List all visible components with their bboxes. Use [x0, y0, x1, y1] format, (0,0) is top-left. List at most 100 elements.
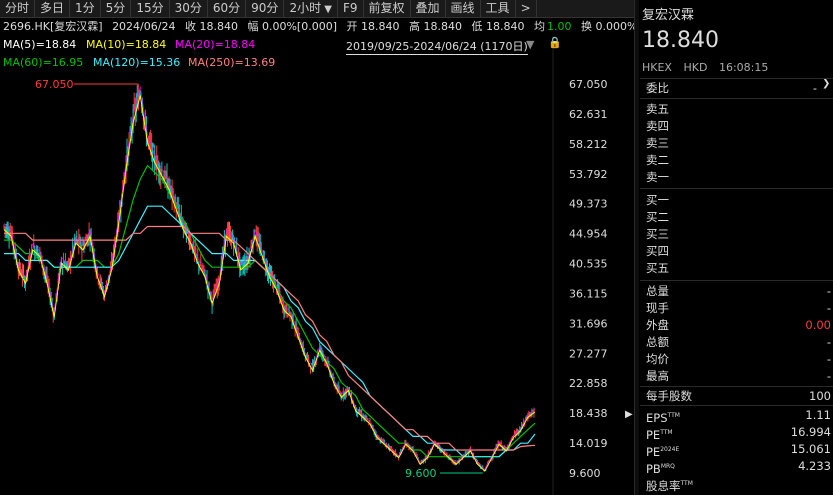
pe-forecast-row: PE2024E 15.061: [646, 441, 833, 459]
quote-panel: 复宏汉霖 18.840 HKEX HKD 16:08:15 ❯ 委比 - 卖五 …: [640, 0, 833, 495]
ask-3-row: 卖三: [646, 136, 669, 150]
stat-label: 均价: [646, 352, 669, 366]
eps-value: 1.11: [805, 408, 831, 422]
kline-chart[interactable]: 67.050 62.631 58.212 53.792 49.373 44.954 40.5…: [0, 36, 634, 495]
candle-body: [3, 225, 5, 227]
stat-value: -: [826, 335, 831, 349]
tab-2hour-dropdown[interactable]: 2小时: [284, 0, 338, 17]
turnover-rate: 换 0.000%: [580, 20, 638, 33]
market-code: HKEX: [642, 61, 672, 74]
order-ratio-row: 委比 -: [646, 80, 833, 97]
dividend-row: 股息率TTM: [646, 475, 833, 493]
pb-value: 4.233: [798, 459, 831, 473]
ma60-label: MA(60)=16.95: [3, 56, 84, 69]
avg-label: 均: [533, 20, 545, 33]
stock-code: 2696.HK[复宏汉霖]: [3, 20, 103, 33]
candle-body: [8, 236, 10, 239]
dividend-label: 股息率TTM: [646, 479, 693, 493]
bid-4-row: 买四: [646, 244, 669, 258]
lock-icon[interactable]: 🔒: [548, 36, 562, 49]
pe-ttm-row: PETTM 16.994: [646, 424, 833, 442]
eps-row: EPSTTM 1.11: [646, 407, 833, 425]
bid-3-row: 买三: [646, 227, 669, 241]
pb-label: PBMRQ: [646, 462, 675, 476]
stat-current-lot: 现手 -: [646, 300, 833, 317]
candle-body: [5, 227, 7, 230]
pe2-label: PE2024E: [646, 445, 679, 459]
candle-body: [133, 104, 135, 108]
tab-90min[interactable]: 90分: [246, 0, 285, 17]
candle-body: [285, 304, 287, 312]
open-price: 开 18.840: [346, 20, 400, 33]
y-tick-label: 53.792: [569, 168, 608, 181]
y-tick-label: 9.600: [569, 467, 601, 480]
ma10-label: MA(10)=18.84: [86, 38, 167, 51]
y-tick-label: 36.115: [569, 287, 608, 300]
candle-body: [157, 163, 159, 166]
candle-body: [261, 259, 263, 260]
stock-name: 复宏汉霖: [642, 8, 695, 23]
pb-label-text: PB: [646, 461, 661, 476]
ttm-sup: TTM: [660, 429, 673, 436]
ma120-label: MA(120)=15.36: [93, 56, 181, 69]
market-meta: HKEX HKD 16:08:15: [642, 61, 776, 74]
y-tick-label: 22.858: [569, 377, 608, 390]
candle-body: [4, 227, 6, 229]
f9-button[interactable]: F9: [338, 0, 364, 17]
y-tick-label: 18.438: [569, 407, 608, 420]
stat-amount: 总额 -: [646, 334, 833, 351]
overlay-button[interactable]: 叠加: [411, 0, 446, 17]
candle-body: [153, 146, 155, 148]
y-tick-label: 49.373: [569, 198, 608, 211]
stat-high: 最高 -: [646, 368, 833, 385]
tab-60min[interactable]: 60分: [208, 0, 247, 17]
adjust-forward-button[interactable]: 前复权: [364, 0, 411, 17]
date-range-selector[interactable]: 2019/09/25-2024/06/24 (1170日): [346, 38, 528, 55]
stat-label: 外盘: [646, 318, 669, 332]
min-price-marker: 9.600: [405, 467, 437, 480]
lot-size-value: 100: [809, 389, 831, 403]
candle-body: [309, 368, 312, 370]
ma-line: [4, 164, 536, 458]
tab-1min[interactable]: 1分: [70, 0, 101, 17]
panel-divider[interactable]: [634, 0, 639, 495]
tab-15min[interactable]: 15分: [131, 0, 170, 17]
triangle-right-icon: ▶: [625, 409, 633, 420]
order-ratio-label: 委比: [646, 81, 669, 95]
stat-label: 总额: [646, 335, 669, 349]
dividend-label-text: 股息率: [646, 478, 681, 493]
tab-30min[interactable]: 30分: [170, 0, 208, 17]
quote-info-bar: 2696.HK[复宏汉霖] 2024/06/24 收 18.840 幅 0.00…: [0, 18, 637, 36]
max-price-marker: 67.050: [35, 78, 74, 91]
stat-label: 总量: [646, 284, 669, 298]
stat-volume: 总量 -: [646, 283, 833, 300]
ask-1-row: 卖一: [646, 170, 669, 184]
stat-value: -: [826, 369, 831, 383]
quote-date: 2024/06/24: [112, 20, 176, 33]
candle-body: [287, 315, 289, 318]
triangle-down-icon[interactable]: ▼: [526, 38, 534, 51]
candle-body: [155, 166, 157, 169]
draw-line-button[interactable]: 画线: [446, 0, 481, 17]
close-price: 收 18.840: [184, 20, 238, 33]
quote-time: 16:08:15: [718, 61, 769, 74]
tab-intraday[interactable]: 分时: [0, 0, 36, 17]
y-tick-label: 14.019: [569, 437, 608, 450]
stat-label: 最高: [646, 369, 669, 383]
tools-button[interactable]: 工具: [481, 0, 516, 17]
candle-body: [62, 261, 65, 263]
tab-multiday[interactable]: 多日: [35, 0, 71, 17]
candle-body: [161, 171, 163, 173]
pe-label-text: PE: [646, 427, 661, 442]
y-tick-label: 58.212: [569, 138, 608, 151]
tab-5min[interactable]: 5分: [101, 0, 132, 17]
more-button[interactable]: >: [516, 0, 537, 17]
low-price: 低 18.840: [471, 20, 525, 33]
last-price: 18.840: [642, 28, 719, 53]
ttm-sup: TTM: [667, 412, 680, 419]
lot-size-row: 每手股数 100: [646, 388, 833, 405]
pe2-sup: 2024E: [660, 446, 680, 453]
candle-body: [447, 457, 449, 459]
ask-4-row: 卖四: [646, 119, 669, 133]
stat-value: 0.00: [805, 318, 831, 332]
